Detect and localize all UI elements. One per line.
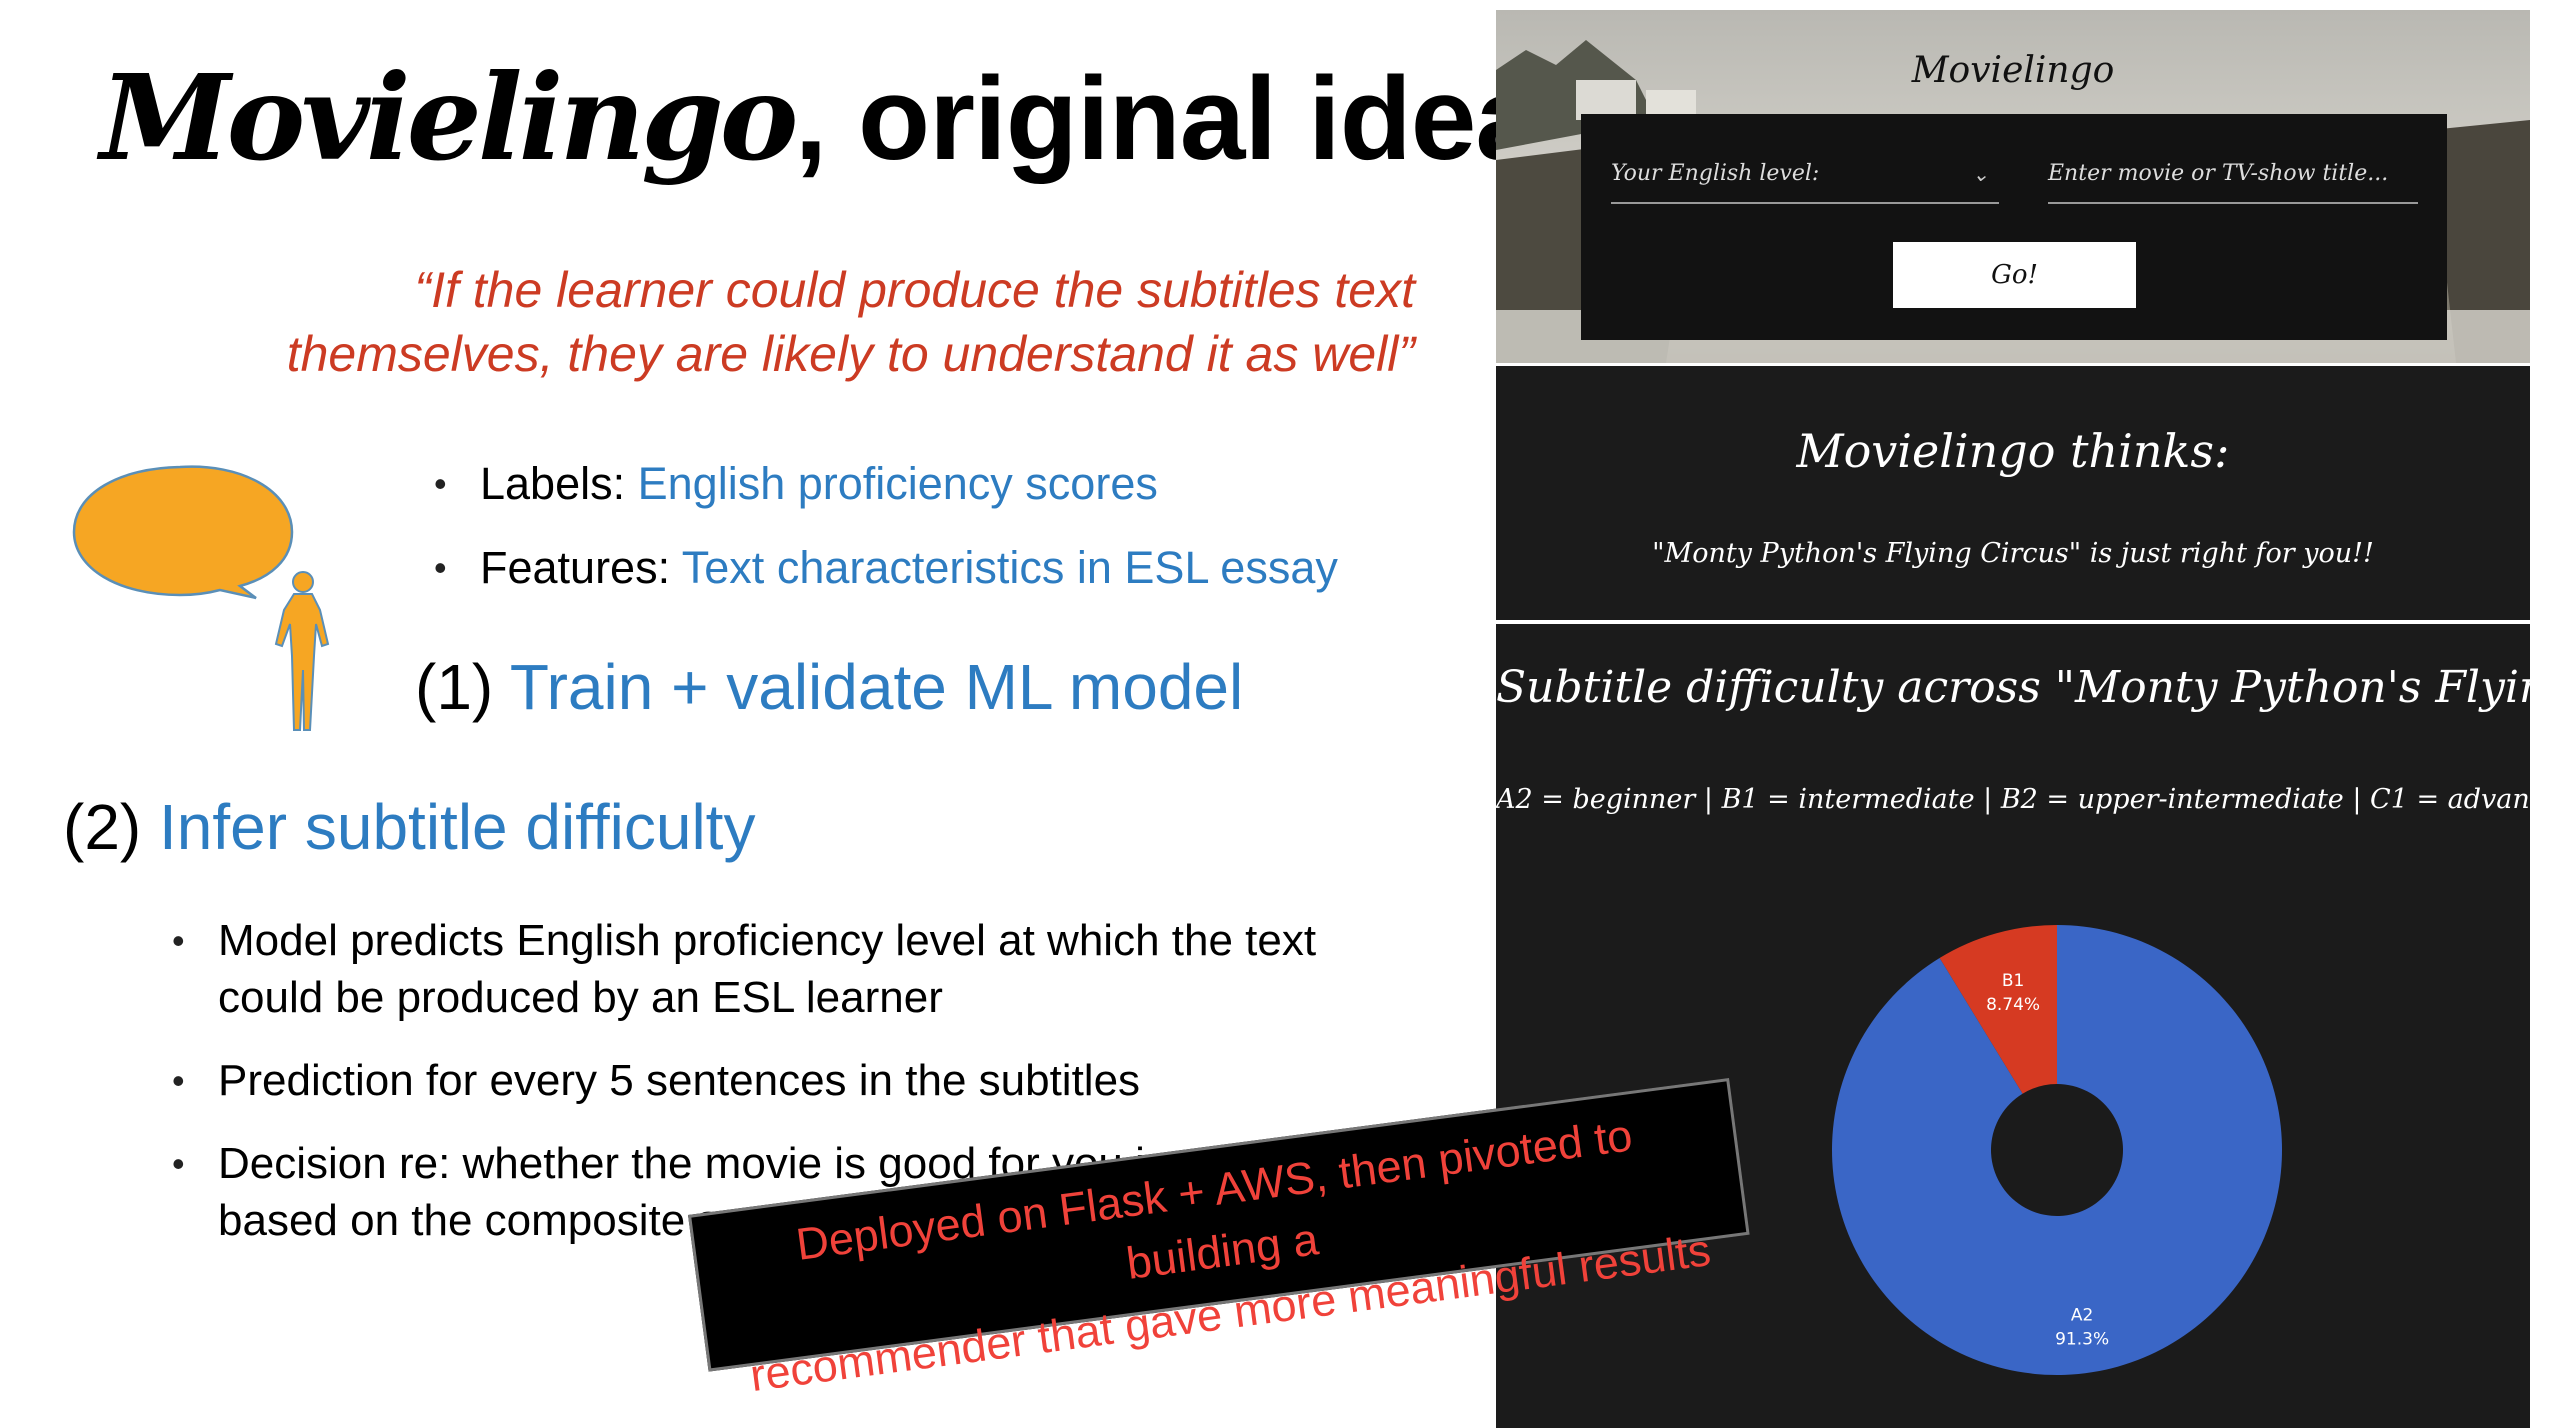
- result-message: "Monty Python's Flying Circus" is just r…: [1652, 538, 2374, 569]
- labels-key: Labels:: [480, 458, 638, 509]
- list-item: Features: Text characteristics in ESL es…: [434, 540, 1338, 624]
- step-2-heading: (2) Infer subtitle difficulty: [63, 790, 755, 864]
- difficulty-chart-panel: Subtitle difficulty across "Monty Python…: [1496, 624, 2530, 1428]
- list-item: Prediction for every 5 sentences in the …: [172, 1052, 1418, 1109]
- quote-line-2: themselves, they are likely to understan…: [286, 326, 1415, 382]
- list-item: Labels: English proficiency scores: [434, 456, 1338, 540]
- list-item: Model predicts English proficiency level…: [172, 912, 1418, 1026]
- step-1-prefix: (1): [415, 651, 510, 723]
- quote: “If the learner could produce the subtit…: [150, 258, 1415, 386]
- pie-value-label-b1: 8.74%: [1986, 995, 2040, 1015]
- slide-title: Movielingo, original idea: [100, 48, 1541, 187]
- title-brand: Movielingo: [100, 48, 798, 187]
- step-2-prefix: (2): [63, 791, 159, 863]
- step-1-text: Train + validate ML model: [509, 651, 1244, 723]
- labels-value: English proficiency scores: [637, 458, 1158, 509]
- result-title: Movielingo thinks:: [1796, 424, 2230, 478]
- features-value: Text characteristics in ESL essay: [681, 542, 1338, 593]
- result-panel: Movielingo thinks: "Monty Python's Flyin…: [1496, 366, 2530, 620]
- pie-label-a2: A2: [2071, 1305, 2093, 1325]
- pie-label-b1: B1: [2002, 971, 2024, 991]
- movie-title-input[interactable]: Enter movie or TV-show title...: [2048, 154, 2418, 204]
- movie-title-placeholder: Enter movie or TV-show title...: [2048, 161, 2389, 186]
- chevron-down-icon: ⌄: [1972, 162, 1989, 186]
- step-1-heading: (1) Train + validate ML model: [415, 650, 1243, 724]
- chart-subtitle: A2 = beginner | B1 = intermediate | B2 =…: [1496, 784, 2530, 815]
- english-level-select[interactable]: Your English level: ⌄: [1611, 154, 1999, 204]
- person-silhouette-icon: [274, 571, 330, 731]
- step-2-text: Infer subtitle difficulty: [159, 791, 756, 863]
- speech-bubble-icon: [72, 465, 294, 600]
- quote-line-1: “If the learner could produce the subtit…: [414, 262, 1415, 318]
- pie-value-label-a2: 91.3%: [2055, 1329, 2109, 1349]
- features-key: Features:: [480, 542, 682, 593]
- go-button[interactable]: Go!: [1893, 242, 2136, 308]
- pie-slice-a2[interactable]: [1832, 925, 2282, 1375]
- learner-speech-illustration: [72, 465, 330, 731]
- difficulty-donut-chart: B1 8.74% A2 91.3%: [1832, 925, 2282, 1375]
- app-brand: Movielingo: [1911, 50, 2115, 91]
- search-form: Your English level: ⌄ Enter movie or TV-…: [1581, 114, 2447, 340]
- chart-title: Subtitle difficulty across "Monty Python…: [1496, 662, 2530, 713]
- english-level-placeholder: Your English level:: [1611, 161, 1820, 186]
- title-rest: , original idea: [794, 53, 1541, 185]
- app-search-panel: Movielingo Your English level: ⌄ Enter m…: [1496, 10, 2530, 363]
- labels-features-list: Labels: English proficiency scores Featu…: [434, 456, 1338, 624]
